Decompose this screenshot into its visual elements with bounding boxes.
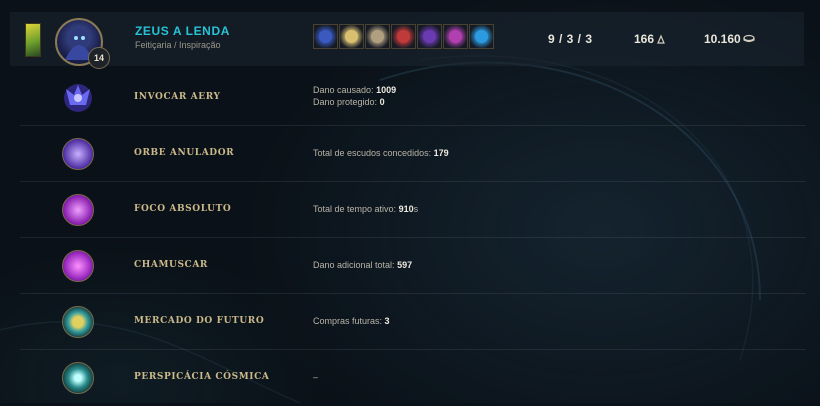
rune-stat: Dano protegido: 0 [313,97,385,107]
item-6-icon[interactable] [443,24,468,49]
minion-icon [657,34,665,44]
rune-name: FOCO ABSOLUTO [134,204,232,214]
rune-stat: Dano adicional total: 597 [313,260,413,270]
absolute-focus-icon [62,194,94,226]
rune-trees: Feitiçaria / Inspiração [135,40,221,50]
rune-name: MERCADO DO FUTURO [134,316,265,326]
rune-row-foco-absoluto: FOCO ABSOLUTO Total de tempo ativo: 910s [10,182,806,238]
role-badge-icon [25,23,41,57]
item-4-icon[interactable] [391,24,416,49]
summon-aery-icon [56,75,100,119]
gold-value: 10.160 [704,32,741,46]
player-row: 14 ZEUS A LENDA Feitiçaria / Inspiração … [10,12,804,69]
rune-row-mercado-do-futuro: MERCADO DO FUTURO Compras futuras: 3 [10,294,806,350]
rune-stat: – [313,372,319,382]
item-glyph [319,30,332,43]
item-glyph [397,30,410,43]
rune-row-invocar-aery: INVOCAR AERY Dano causado: 1009 Dano pro… [10,70,806,126]
futures-market-icon [62,306,94,338]
rune-row-chamuscar: CHAMUSCAR Dano adicional total: 597 [10,238,806,294]
item-2-icon[interactable] [339,24,364,49]
item-bar [313,24,494,49]
champion-level: 14 [88,47,110,69]
rune-stat: Total de escudos concedidos: 179 [313,148,449,158]
gold: 10.160 [704,32,755,46]
rune-name: INVOCAR AERY [134,92,221,102]
item-3-icon[interactable] [365,24,390,49]
rune-stat: Compras futuras: 3 [313,316,390,326]
rune-name: PERSPICÁCIA CÓSMICA [134,372,270,382]
item-glyph [423,30,436,43]
player-name[interactable]: ZEUS A LENDA [135,24,230,38]
rune-row-orbe-anulador: ORBE ANULADOR Total de escudos concedido… [10,126,806,182]
item-7-icon[interactable] [469,24,494,49]
scorch-icon [62,250,94,282]
item-1-icon[interactable] [313,24,338,49]
rune-stat: Dano causado: 1009 [313,85,397,95]
item-glyph [475,30,488,43]
item-5-icon[interactable] [417,24,442,49]
cs-value: 166 [634,32,655,46]
rune-stat: Total de tempo ativo: 910s [313,204,419,214]
creep-score: 166 [634,32,666,46]
rune-name: ORBE ANULADOR [134,148,235,158]
cosmic-insight-icon [62,362,94,394]
nullifying-orb-icon [62,138,94,170]
item-glyph [449,30,462,43]
gold-coins-icon [743,34,755,43]
item-glyph [345,30,358,43]
item-glyph [371,30,384,43]
rune-name: CHAMUSCAR [134,260,208,270]
kda: 9 / 3 / 3 [548,32,593,46]
rune-row-perspicacia-cosmica: PERSPICÁCIA CÓSMICA – [10,350,806,406]
